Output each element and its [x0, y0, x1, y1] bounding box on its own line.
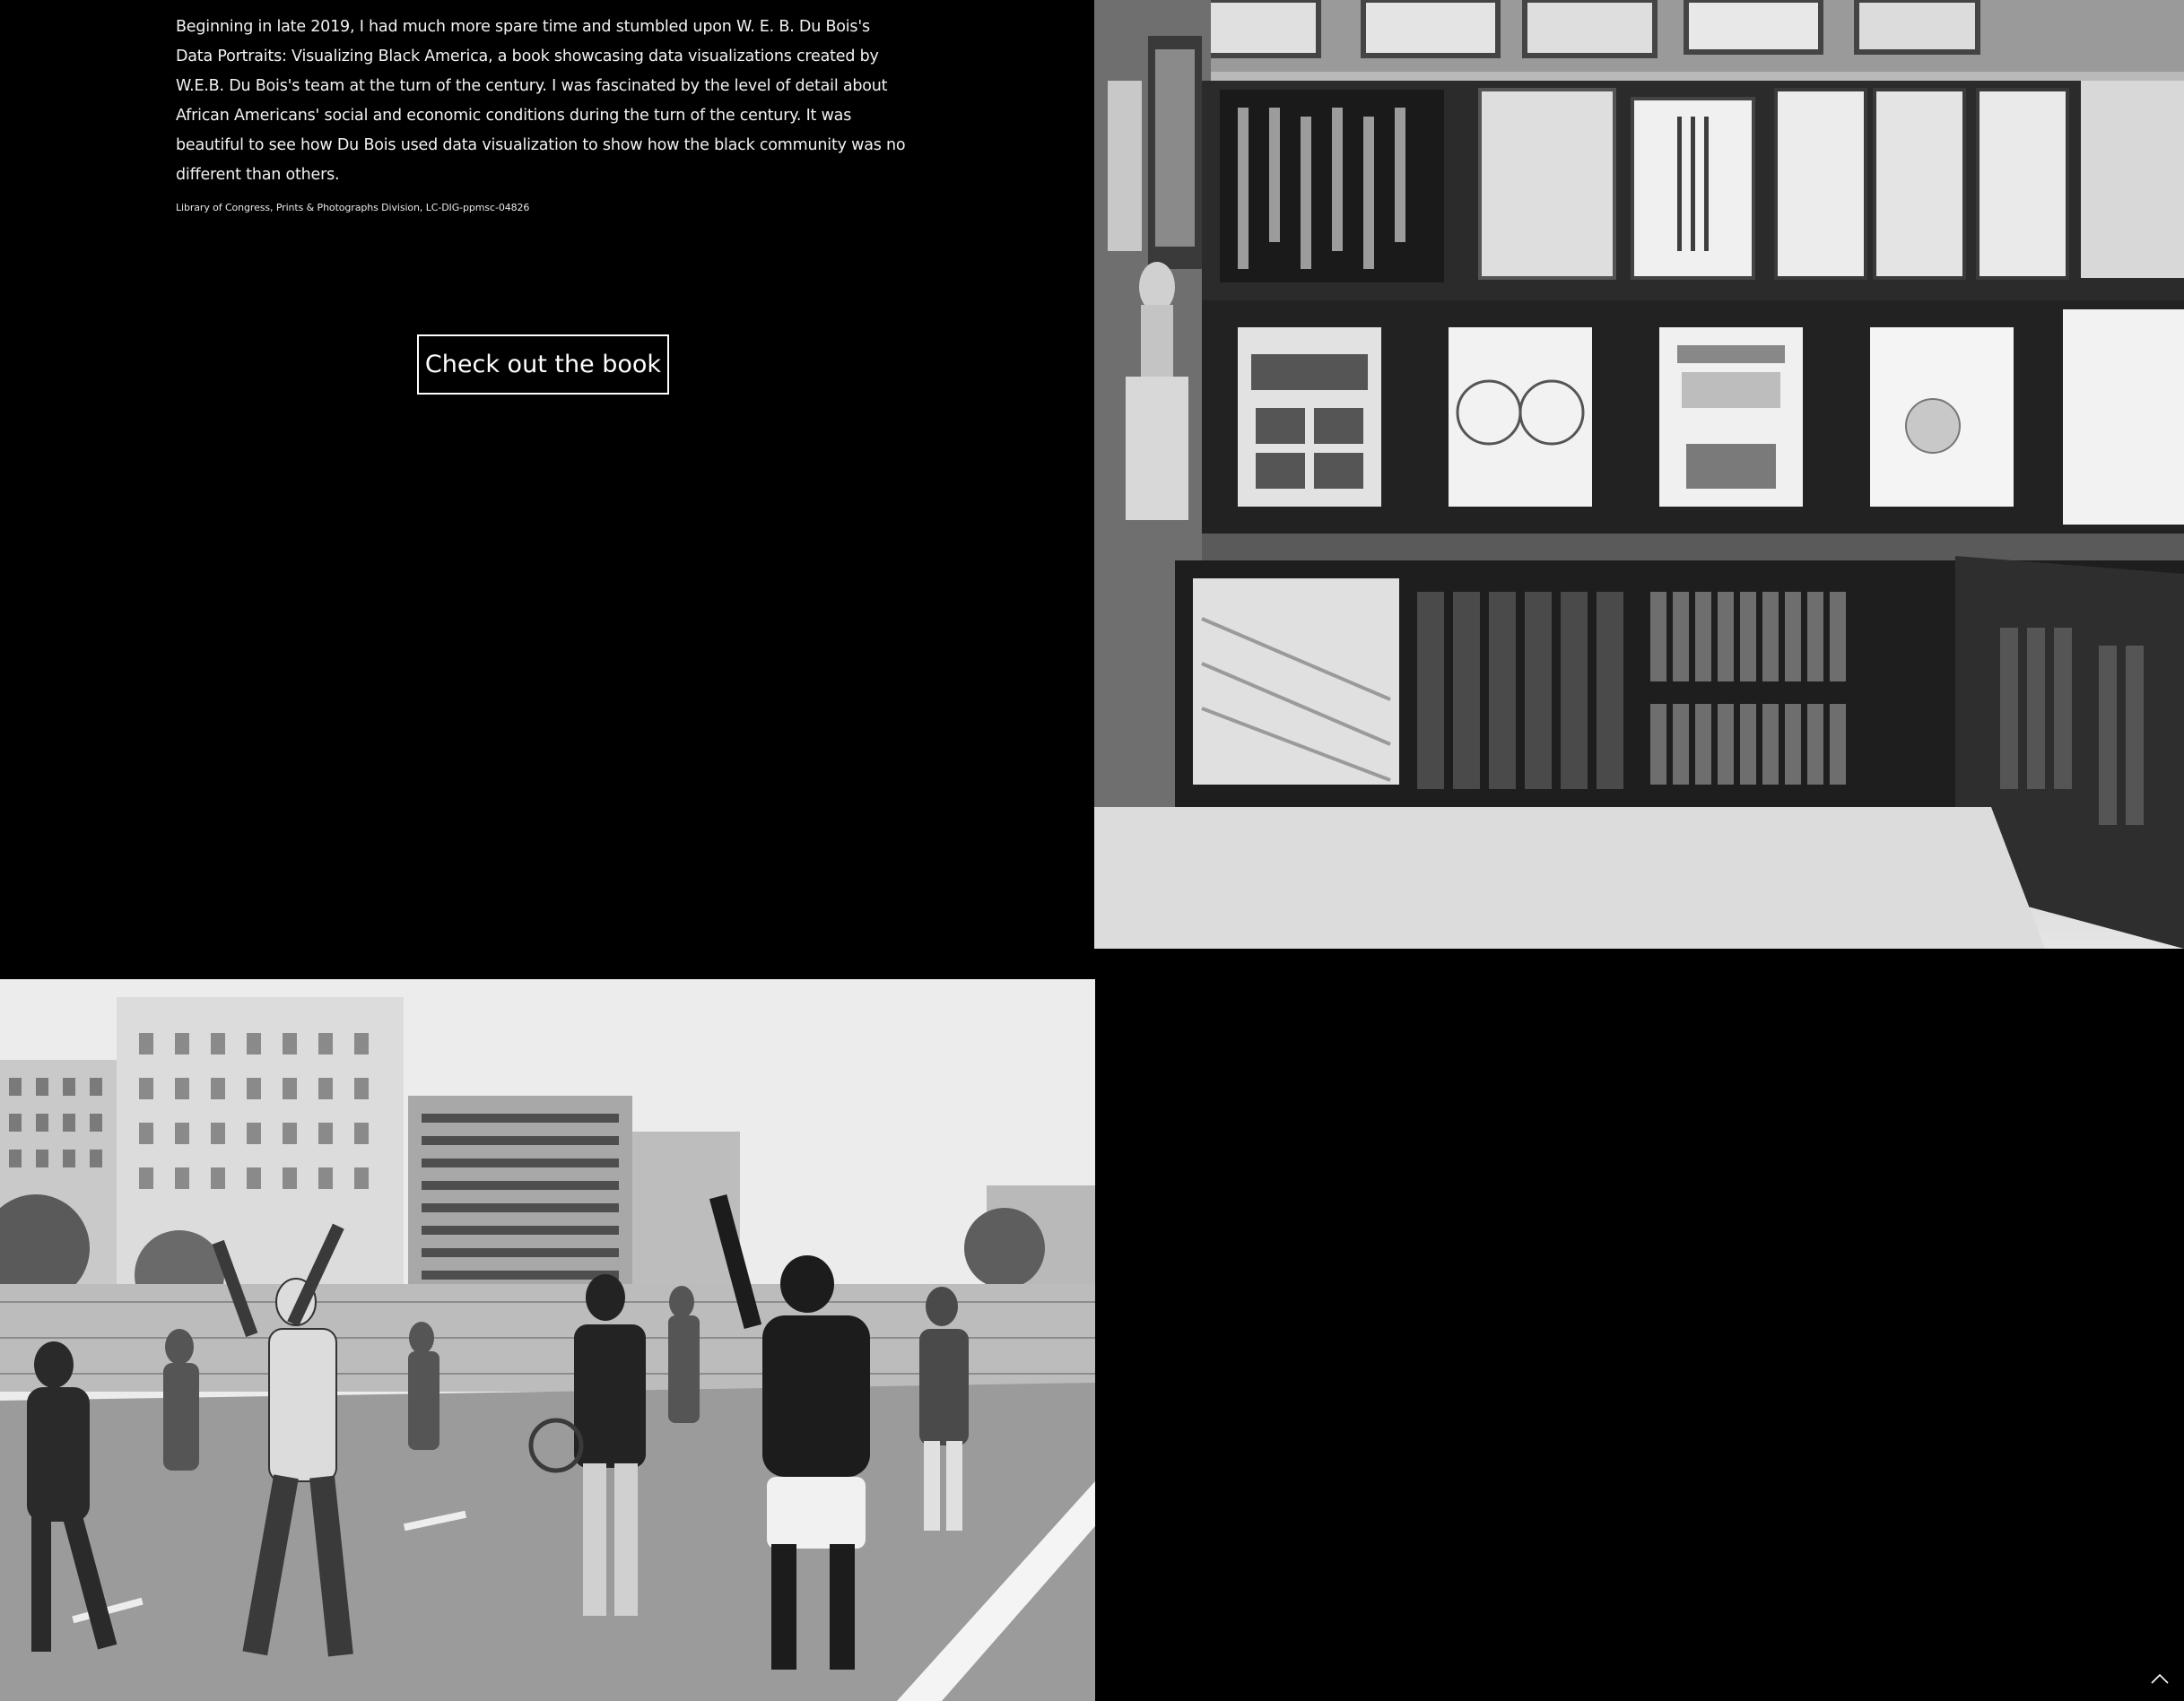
chevron-up-icon: [2151, 1673, 2169, 1684]
check-out-book-button[interactable]: Check out the book: [417, 334, 669, 395]
photo-credit: Library of Congress, Prints & Photograph…: [176, 202, 530, 213]
exhibit-photo-illustration: [1094, 0, 2184, 949]
exhibit-photo: [1094, 0, 2184, 949]
protest-photo: [0, 979, 1095, 1701]
intro-paragraph: Beginning in late 2019, I had much more …: [176, 18, 906, 184]
protest-photo-illustration: [0, 979, 1095, 1701]
intro-section: Beginning in late 2019, I had much more …: [176, 13, 911, 215]
scroll-to-top-button[interactable]: [2146, 1665, 2173, 1692]
